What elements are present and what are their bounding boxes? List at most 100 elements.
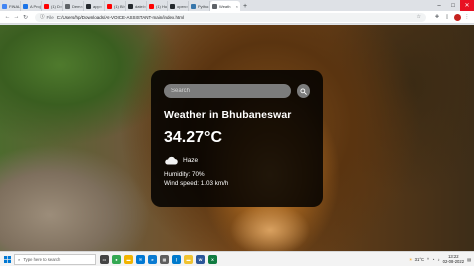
search-row: [164, 84, 310, 98]
sidebar-icon[interactable]: ▯: [443, 13, 451, 21]
tab-favicon-icon: [191, 3, 196, 9]
browser-tab-strip: FINAL×A Proj×(1) D×Dem×app×(1) Bl×datei×…: [0, 0, 474, 11]
search-icon: [300, 87, 307, 95]
tab-close-icon[interactable]: ×: [100, 4, 102, 9]
wifi-icon[interactable]: ◔: [432, 257, 435, 262]
tab-label: Pytho: [198, 3, 209, 9]
url-text[interactable]: C:/Users/hp/Downloads/AI-VOICE-ASSISTANT…: [57, 15, 184, 20]
tab-favicon-icon: [128, 3, 133, 9]
tab-close-icon[interactable]: ×: [144, 4, 146, 9]
weather-details: Humidity: 70% Wind speed: 1.03 km/h: [164, 171, 310, 188]
weather-card: Weather in Bhubaneswar 34.27°C Haze Humi…: [151, 70, 323, 207]
tab-label: (1) Ho: [156, 3, 168, 9]
taskbar-app-vscode-icon[interactable]: ⟩: [172, 254, 181, 264]
weather-description-row: Haze: [164, 156, 310, 165]
extensions-icon[interactable]: ✚: [433, 13, 441, 21]
tab-close-icon[interactable]: ×: [236, 4, 238, 9]
url-scheme-label: File: [46, 14, 54, 20]
tab-label: open: [177, 3, 186, 9]
taskbar-app-task-view-icon[interactable]: ▭: [100, 254, 109, 264]
windows-taskbar: ⌕ Type here to search ▭ ● ▬ ✉ e ▦ ⟩ ▬ W X ☀ 31°C …: [0, 251, 474, 266]
reload-button[interactable]: ↻: [21, 13, 30, 22]
taskbar-weather-widget[interactable]: ☀ 31°C: [409, 257, 424, 262]
chevron-up-icon[interactable]: ^: [427, 257, 429, 262]
maximize-button[interactable]: □: [446, 0, 460, 11]
menu-kebab-icon[interactable]: ⋮: [463, 13, 471, 21]
taskbar-pinned-apps: ▭ ● ▬ ✉ e ▦ ⟩ ▬ W X: [100, 254, 217, 264]
tab-label: (1) Bl: [114, 3, 124, 9]
browser-toolbar: ← → ↻ ⓘ File C:/Users/hp/Downloads/AI-VO…: [0, 11, 474, 24]
tab-favicon-icon: [2, 3, 7, 9]
taskbar-search-placeholder: Type here to search: [23, 256, 61, 262]
tab-favicon-icon: [212, 3, 217, 9]
address-bar[interactable]: ⓘ File C:/Users/hp/Downloads/AI-VOICE-AS…: [35, 12, 426, 22]
new-tab-button[interactable]: +: [240, 1, 250, 11]
volume-icon[interactable]: ♪: [438, 257, 440, 262]
browser-tab[interactable]: Dem ×: [63, 1, 84, 11]
tab-label: FINAL: [9, 3, 21, 9]
wind-speed-text: Wind speed: 1.03 km/h: [164, 179, 229, 187]
browser-tab[interactable]: open ×: [168, 1, 189, 11]
browser-tab[interactable]: (1) D ×: [42, 1, 63, 11]
city-heading: Weather in Bhubaneswar: [164, 109, 292, 121]
tab-label: datei: [135, 3, 144, 9]
browser-tab[interactable]: Pytho ×: [189, 1, 210, 11]
browser-tab[interactable]: Weath ×: [210, 1, 240, 11]
info-icon: ⓘ: [40, 14, 45, 19]
close-window-button[interactable]: ✕: [460, 0, 474, 11]
taskbar-search-box[interactable]: ⌕ Type here to search: [14, 253, 96, 265]
tab-favicon-icon: [107, 3, 112, 9]
tab-label: Dem: [72, 3, 81, 9]
search-input[interactable]: [164, 84, 291, 98]
temperature-value: 34.27°C: [164, 129, 222, 146]
page-background-lion-image: Weather in Bhubaneswar 34.27°C Haze Humi…: [0, 25, 474, 251]
tab-favicon-icon: [65, 3, 70, 9]
browser-tab[interactable]: app ×: [84, 1, 105, 11]
weather-description: Haze: [183, 157, 199, 164]
browser-tab[interactable]: (1) Ho ×: [147, 1, 168, 11]
bookmark-star-icon[interactable]: ☆: [417, 14, 421, 20]
forward-button[interactable]: →: [12, 13, 21, 22]
tab-favicon-icon: [170, 3, 175, 9]
arrow-right-icon: →: [13, 14, 20, 20]
browser-tab[interactable]: datei ×: [126, 1, 147, 11]
sun-icon: ☀: [408, 256, 413, 262]
tab-favicon-icon: [86, 3, 91, 9]
cloud-icon: [165, 156, 178, 165]
tab-label: app: [93, 3, 100, 9]
minimize-button[interactable]: –: [432, 0, 446, 11]
tab-favicon-icon: [149, 3, 154, 9]
browser-tab[interactable]: (1) Bl ×: [105, 1, 126, 11]
arrow-left-icon: ←: [4, 14, 11, 20]
tab-close-icon[interactable]: ×: [80, 4, 82, 9]
start-button[interactable]: [0, 252, 14, 266]
tab-label: (1) D: [51, 3, 60, 9]
back-button[interactable]: ←: [3, 13, 12, 22]
tab-close-icon[interactable]: ×: [60, 4, 62, 9]
taskbar-app-app-blue-icon[interactable]: W: [196, 254, 205, 264]
browser-tab[interactable]: FINAL×: [0, 1, 21, 11]
taskbar-app-mail-icon[interactable]: ✉: [136, 254, 145, 264]
tab-favicon-icon: [23, 3, 28, 9]
taskbar-app-app-green-icon[interactable]: X: [208, 254, 217, 264]
taskbar-app-folder-icon[interactable]: ▬: [124, 254, 133, 264]
notifications-icon[interactable]: ▤: [467, 257, 471, 262]
search-icon: ⌕: [18, 256, 21, 262]
taskbar-app-chrome-icon[interactable]: ●: [112, 254, 121, 264]
taskbar-app-explorer-icon[interactable]: ▬: [184, 254, 193, 264]
system-tray: ☀ 31°C ^ ◔ ♪ 13:22 02-08-2022 ▤: [409, 254, 474, 264]
browser-tab[interactable]: A Proj×: [21, 1, 42, 11]
profile-avatar[interactable]: [454, 13, 461, 21]
humidity-text: Humidity: 70%: [164, 171, 205, 178]
tab-label: Weath: [219, 3, 231, 9]
reload-icon: ↻: [22, 14, 29, 21]
taskbar-weather-temp: 31°C: [414, 256, 425, 262]
tab-favicon-icon: [44, 3, 49, 9]
taskbar-app-edge-icon[interactable]: e: [148, 254, 157, 264]
taskbar-app-store-icon[interactable]: ▦: [160, 254, 169, 264]
search-button[interactable]: [296, 84, 310, 98]
window-controls: – □ ✕: [432, 0, 474, 11]
taskbar-clock[interactable]: 13:22 02-08-2022: [443, 254, 464, 264]
tab-label: A Proj: [30, 3, 41, 9]
tab-close-icon[interactable]: ×: [186, 4, 188, 9]
